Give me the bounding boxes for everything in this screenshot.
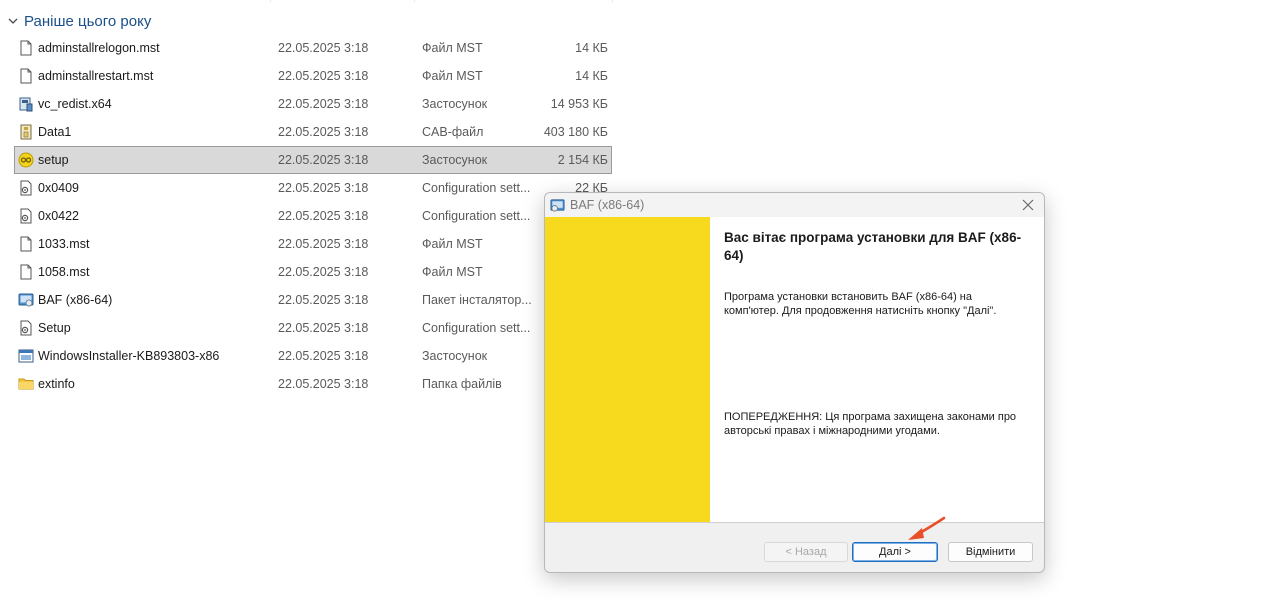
back-button[interactable]: < Назад <box>764 542 848 562</box>
file-date: 22.05.2025 3:18 <box>278 69 369 83</box>
file-row[interactable]: Setup 22.05.2025 3:18 Configuration sett… <box>14 314 612 342</box>
file-row[interactable]: 0x0409 22.05.2025 3:18 Configuration set… <box>14 174 612 202</box>
file-date: 22.05.2025 3:18 <box>278 97 369 111</box>
installer-dialog: BAF (x86-64) Вас вітає програма установк… <box>544 192 1045 573</box>
file-row[interactable]: BAF (x86-64) 22.05.2025 3:18 Пакет інста… <box>14 286 612 314</box>
file-name: 1033.mst <box>38 237 90 251</box>
document-icon <box>18 264 34 280</box>
file-date: 22.05.2025 3:18 <box>278 377 369 391</box>
file-name: adminstallrelogon.mst <box>38 41 160 55</box>
document-icon <box>18 40 34 56</box>
file-name: 0x0409 <box>38 181 80 195</box>
file-type: Configuration sett... <box>422 209 531 223</box>
file-row[interactable]: vc_redist.x64 22.05.2025 3:18 Застосунок… <box>14 90 612 118</box>
file-type: Файл MST <box>422 69 483 83</box>
column-separator <box>270 0 271 2</box>
file-list: adminstallrelogon.mst 22.05.2025 3:18 Фа… <box>14 34 612 398</box>
file-size: 14 КБ <box>575 69 608 83</box>
file-row-selected[interactable]: setup 22.05.2025 3:18 Застосунок 2 154 К… <box>14 146 612 174</box>
file-type: Застосунок <box>422 153 488 167</box>
group-header[interactable]: Раніше цього року <box>6 10 151 32</box>
file-row[interactable]: adminstallrestart.mst 22.05.2025 3:18 Фа… <box>14 62 612 90</box>
file-type: Застосунок <box>422 97 488 111</box>
file-size: 14 953 КБ <box>550 97 608 111</box>
file-type: Папка файлів <box>422 377 502 391</box>
dialog-content: Вас вітає програма установки для BAF (x8… <box>710 217 1044 522</box>
config-file-icon <box>18 180 34 196</box>
chevron-down-icon[interactable] <box>6 14 20 28</box>
cancel-button[interactable]: Відмінити <box>948 542 1033 562</box>
file-date: 22.05.2025 3:18 <box>278 209 369 223</box>
dialog-titlebar[interactable]: BAF (x86-64) <box>545 193 1044 217</box>
file-name: BAF (x86-64) <box>38 293 113 307</box>
installer-app-icon <box>550 198 565 213</box>
welcome-heading: Вас вітає програма установки для BAF (x8… <box>724 230 1022 263</box>
file-date: 22.05.2025 3:18 <box>278 41 369 55</box>
file-date: 22.05.2025 3:18 <box>278 349 369 363</box>
installer-exe-icon <box>18 96 34 112</box>
file-row[interactable]: 1058.mst 22.05.2025 3:18 Файл MST <box>14 258 612 286</box>
file-type: Файл MST <box>422 41 483 55</box>
file-row[interactable]: WindowsInstaller-KB893803-x86 22.05.2025… <box>14 342 612 370</box>
file-date: 22.05.2025 3:18 <box>278 153 369 167</box>
folder-icon <box>18 376 34 392</box>
file-name: adminstallrestart.mst <box>38 69 154 83</box>
file-name: 0x0422 <box>38 209 80 223</box>
file-name: setup <box>38 153 69 167</box>
file-date: 22.05.2025 3:18 <box>278 237 369 251</box>
copyright-warning: ПОПЕРЕДЖЕННЯ: Ця програма захищена закон… <box>724 411 1017 437</box>
column-separator <box>612 0 613 2</box>
file-name: Setup <box>38 321 71 335</box>
file-row[interactable]: 1033.mst 22.05.2025 3:18 Файл MST <box>14 230 612 258</box>
setup-app-icon <box>18 152 34 168</box>
file-date: 22.05.2025 3:18 <box>278 293 369 307</box>
file-name: extinfo <box>38 377 75 391</box>
window-app-icon <box>18 348 34 364</box>
file-type: Configuration sett... <box>422 181 531 195</box>
file-name: vc_redist.x64 <box>38 97 112 111</box>
file-name: Data1 <box>38 125 72 139</box>
file-row[interactable]: adminstallrelogon.mst 22.05.2025 3:18 Фа… <box>14 34 612 62</box>
file-type: Configuration sett... <box>422 321 531 335</box>
file-type: Застосунок <box>422 349 488 363</box>
annotation-arrow-icon <box>908 516 946 540</box>
file-type: Пакет інсталятор... <box>422 293 532 307</box>
file-row[interactable]: extinfo 22.05.2025 3:18 Папка файлів <box>14 370 612 398</box>
document-icon <box>18 236 34 252</box>
column-separator <box>414 0 415 2</box>
file-date: 22.05.2025 3:18 <box>278 321 369 335</box>
file-date: 22.05.2025 3:18 <box>278 181 369 195</box>
file-size: 2 154 КБ <box>557 153 608 167</box>
file-name: 1058.mst <box>38 265 90 279</box>
msi-package-icon <box>18 292 34 308</box>
file-size: 14 КБ <box>575 41 608 55</box>
dialog-title: BAF (x86-64) <box>570 198 645 212</box>
dialog-divider <box>545 522 1044 523</box>
file-date: 22.05.2025 3:18 <box>278 265 369 279</box>
file-type: Файл MST <box>422 265 483 279</box>
document-icon <box>18 68 34 84</box>
dialog-banner <box>545 217 710 522</box>
file-type: Файл MST <box>422 237 483 251</box>
close-icon[interactable] <box>1020 197 1036 213</box>
file-row[interactable]: 0x0422 22.05.2025 3:18 Configuration set… <box>14 202 612 230</box>
next-button[interactable]: Далі > <box>852 542 938 562</box>
file-row[interactable]: Data1 22.05.2025 3:18 CAB-файл 403 180 К… <box>14 118 612 146</box>
file-name: WindowsInstaller-KB893803-x86 <box>38 349 220 363</box>
file-type: CAB-файл <box>422 125 484 139</box>
group-header-label: Раніше цього року <box>24 12 152 30</box>
welcome-text: Програма установки встановить BAF (x86-6… <box>724 291 997 317</box>
file-date: 22.05.2025 3:18 <box>278 125 369 139</box>
config-file-icon <box>18 208 34 224</box>
cab-archive-icon <box>18 124 34 140</box>
config-file-icon <box>18 320 34 336</box>
file-size: 403 180 КБ <box>543 125 608 139</box>
